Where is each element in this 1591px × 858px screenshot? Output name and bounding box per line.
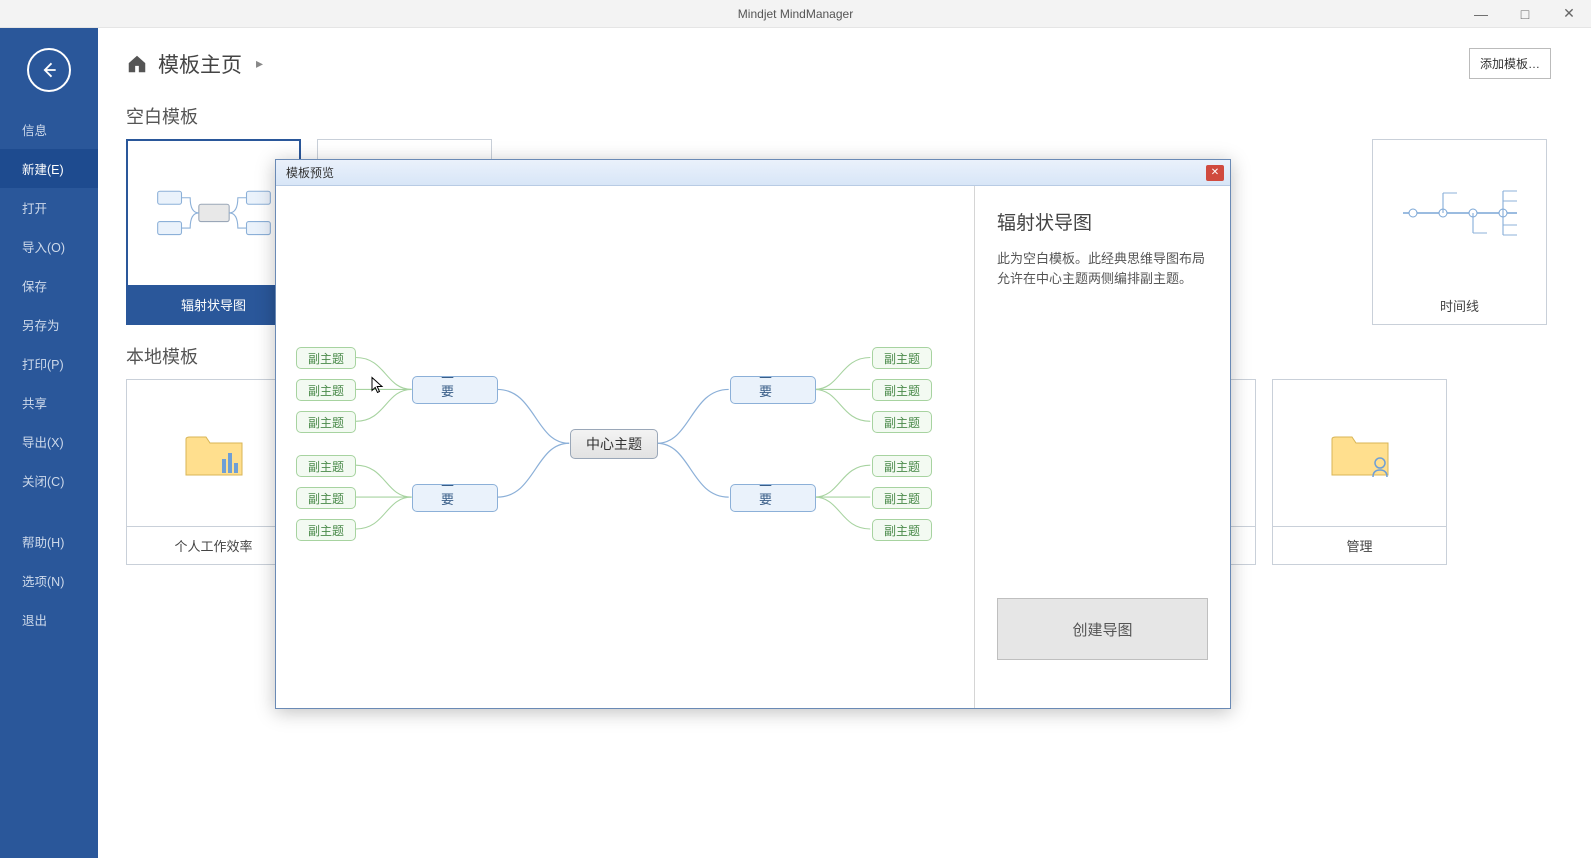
folder-card-management[interactable]: 管理 — [1272, 379, 1447, 565]
sidebar-item-open[interactable]: 打开 — [0, 188, 98, 227]
mindmap-sub-node: 副主题 — [872, 487, 932, 509]
sidebar-item-saveas[interactable]: 另存为 — [0, 305, 98, 344]
chevron-right-icon: ▸ — [256, 55, 263, 72]
backstage-sidebar: 信息 新建(E) 打开 导入(O) 保存 另存为 打印(P) 共享 导出(X) … — [0, 28, 98, 858]
dialog-heading: 辐射状导图 — [997, 208, 1208, 235]
window-titlebar: Mindjet MindManager — □ ✕ — [0, 0, 1591, 28]
mindmap-sub-node: 副主题 — [296, 411, 356, 433]
folder-label: 管理 — [1273, 526, 1446, 564]
dialog-title: 模板预览 — [286, 164, 334, 181]
window-title: Mindjet MindManager — [738, 7, 853, 21]
mindmap-sub-node: 副主题 — [296, 519, 356, 541]
dialog-side-panel: 辐射状导图 此为空白模板。此经典思维导图布局允许在中心主题两侧编排副主题。 创建… — [975, 186, 1230, 708]
mindmap-sub-node: 副主题 — [872, 455, 932, 477]
add-template-button[interactable]: 添加模板… — [1469, 48, 1551, 79]
mindmap-main-node: 主要主题 — [412, 376, 498, 404]
sidebar-item-help[interactable]: 帮助(H) — [0, 522, 98, 561]
mindmap-sub-node: 副主题 — [872, 379, 932, 401]
sidebar-item-export[interactable]: 导出(X) — [0, 422, 98, 461]
minimize-button[interactable]: — — [1459, 0, 1503, 28]
mindmap-main-node: 主要主题 — [412, 484, 498, 512]
sidebar-item-share[interactable]: 共享 — [0, 383, 98, 422]
sidebar-item-import[interactable]: 导入(O) — [0, 227, 98, 266]
breadcrumb: 模板主页 ▸ — [126, 49, 263, 79]
template-card-label: 辐射状导图 — [128, 285, 299, 323]
close-icon: ✕ — [1211, 167, 1219, 178]
template-preview-dialog: 模板预览 ✕ — [275, 159, 1231, 709]
dialog-close-button[interactable]: ✕ — [1206, 165, 1224, 181]
mindmap-sub-node: 副主题 — [872, 411, 932, 433]
maximize-button[interactable]: □ — [1503, 0, 1547, 28]
mindmap-sub-node: 副主题 — [296, 379, 356, 401]
dialog-description: 此为空白模板。此经典思维导图布局允许在中心主题两侧编排副主题。 — [997, 249, 1208, 289]
mindmap-sub-node: 副主题 — [296, 347, 356, 369]
radial-thumb-icon — [149, 175, 279, 251]
mindmap-sub-node: 副主题 — [872, 347, 932, 369]
sidebar-item-print[interactable]: 打印(P) — [0, 344, 98, 383]
mindmap-sub-node: 副主题 — [872, 519, 932, 541]
home-icon — [126, 53, 148, 75]
window-controls: — □ ✕ — [1459, 0, 1591, 28]
template-card-timeline[interactable]: 时间线 — [1372, 139, 1547, 325]
section-title-blank: 空白模板 — [126, 103, 1551, 129]
template-preview-canvas: 中心主题 主要主题 主要主题 主要主题 主要主题 副主题 副主题 副主题 副主题… — [276, 186, 975, 708]
folder-chart-icon — [182, 425, 246, 481]
mindmap-center-node: 中心主题 — [570, 429, 658, 459]
timeline-thumb-icon — [1395, 173, 1525, 253]
mindmap-main-node: 主要主题 — [730, 376, 816, 404]
create-map-button[interactable]: 创建导图 — [997, 598, 1208, 660]
breadcrumb-title: 模板主页 — [158, 49, 242, 79]
folder-person-icon — [1328, 425, 1392, 481]
dialog-titlebar: 模板预览 ✕ — [276, 160, 1230, 186]
mindmap-sub-node: 副主题 — [296, 487, 356, 509]
sidebar-item-info[interactable]: 信息 — [0, 110, 98, 149]
arrow-left-icon — [39, 60, 59, 80]
mindmap-sub-node: 副主题 — [296, 455, 356, 477]
sidebar-item-new[interactable]: 新建(E) — [0, 149, 98, 188]
back-button[interactable] — [27, 48, 71, 92]
sidebar-item-save[interactable]: 保存 — [0, 266, 98, 305]
sidebar-item-options[interactable]: 选项(N) — [0, 561, 98, 600]
sidebar-item-close[interactable]: 关闭(C) — [0, 461, 98, 500]
mindmap-main-node: 主要主题 — [730, 484, 816, 512]
close-window-button[interactable]: ✕ — [1547, 0, 1591, 28]
template-card-label: 时间线 — [1373, 286, 1546, 324]
sidebar-item-exit[interactable]: 退出 — [0, 600, 98, 639]
